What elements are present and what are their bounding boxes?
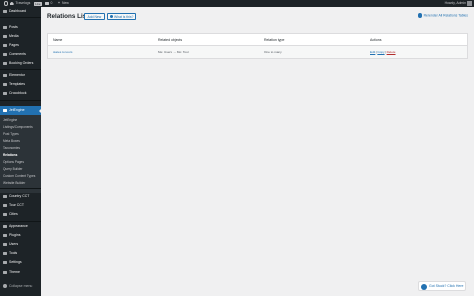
add-new-button[interactable]: Add New [84, 13, 105, 20]
column-header-relation-type: Relation type [264, 38, 285, 42]
info-icon [110, 15, 113, 19]
menu-item-settings[interactable]: Settings [0, 260, 41, 265]
help-button[interactable]: Got Stuck? Click Here [418, 281, 466, 291]
menu-item-booking-orders[interactable]: Booking Orders [0, 61, 41, 66]
wordpress-logo-icon[interactable] [4, 1, 9, 6]
submenu-item-meta-boxes[interactable]: Meta Boxes [3, 139, 20, 143]
user-icon [3, 242, 7, 247]
submenu-item-listings[interactable]: Listings/Components [3, 125, 33, 129]
folder-icon [3, 82, 7, 87]
help-label: Got Stuck? Click Here [429, 284, 464, 288]
menu-item-country-cct[interactable]: Country CCT [0, 194, 41, 199]
collapse-menu-button[interactable]: Collapse menu [9, 284, 32, 288]
what-is-this-label: What is this? [114, 15, 134, 19]
submenu-item-jetengine[interactable]: JetEngine [3, 118, 17, 122]
submenu-item-post-types[interactable]: Post Types [3, 132, 19, 136]
menu-separator [0, 188, 41, 189]
jetengine-submenu: JetEngine Listings/Components Post Types… [0, 115, 41, 193]
menu-separator [0, 100, 41, 101]
page-icon [3, 43, 7, 48]
menu-separator [0, 69, 41, 70]
menu-separator [0, 17, 41, 18]
site-status-badge: Live [33, 1, 43, 6]
database-icon [3, 203, 7, 208]
submenu-item-taxonomies[interactable]: Taxonomies [3, 146, 20, 150]
submenu-item-relations[interactable]: Relations [3, 153, 17, 157]
plus-icon[interactable]: + [58, 0, 60, 7]
submenu-item-query-builder[interactable]: Query Builder [3, 167, 23, 171]
wrench-icon [3, 251, 7, 256]
menu-item-comments[interactable]: Comments [0, 52, 41, 57]
help-icon [421, 284, 427, 290]
relation-name-link[interactable]: states to tours [53, 50, 72, 54]
theme-icon [3, 270, 7, 275]
submenu-item-website-builder[interactable]: Website Builder [3, 181, 25, 185]
comment-count[interactable]: 0 [51, 0, 53, 7]
menu-item-plugins[interactable]: Plugins [0, 233, 41, 238]
menu-separator [0, 221, 41, 222]
jetengine-icon [3, 108, 7, 113]
admin-sidebar: Dashboard Posts Media Pages Comments Boo… [0, 7, 41, 296]
menu-item-media[interactable]: Media [0, 34, 41, 39]
collapse-menu-icon[interactable] [3, 284, 7, 288]
rerender-label: Rerender All Relations Tables [423, 13, 468, 18]
table-row: states to tours Me: Users → Mo: Tour One… [48, 46, 467, 58]
plugin-icon [3, 233, 7, 238]
relation-type: One to many [264, 50, 282, 55]
brush-icon [3, 224, 7, 229]
pin-icon [3, 212, 7, 217]
menu-item-appearance[interactable]: Appearance [0, 224, 41, 229]
calendar-icon [3, 61, 7, 66]
admin-bar: Travelogs Live 0 + New Howdy, Admin [0, 0, 474, 7]
edit-link[interactable]: Edit [370, 50, 375, 54]
menu-item-theme[interactable]: Theme [0, 270, 41, 275]
menu-item-users[interactable]: Users [0, 242, 41, 247]
menu-item-jetengine[interactable]: JetEngine [0, 106, 41, 115]
elementor-icon [3, 73, 7, 78]
copy-link[interactable]: Copy [377, 50, 384, 54]
settings-icon [3, 260, 7, 265]
site-name-link[interactable]: Travelogs [16, 0, 31, 7]
page-title: Relations List [47, 13, 89, 20]
avatar[interactable] [467, 1, 472, 6]
comment-icon[interactable] [45, 1, 49, 5]
menu-item-pages[interactable]: Pages [0, 43, 41, 48]
menu-item-dashboard[interactable]: Dashboard [0, 9, 41, 14]
pin-icon [3, 25, 7, 30]
column-header-name: Name [53, 38, 63, 42]
table-header: Name Related objects Relation type Actio… [48, 34, 467, 46]
submenu-item-options-pages[interactable]: Options Pages [3, 160, 24, 164]
database-icon [3, 194, 7, 199]
delete-link[interactable]: Delete [387, 50, 396, 54]
refresh-icon [417, 13, 423, 18]
rerender-relations-link[interactable]: Rerender All Relations Tables [417, 13, 468, 18]
menu-item-posts[interactable]: Posts [0, 25, 41, 30]
column-header-actions: Actions [370, 38, 382, 42]
relation-actions: Edit|Copy|Delete [370, 50, 396, 54]
crocoblock-icon [3, 91, 7, 96]
menu-item-tour-cct[interactable]: Tour CCT [0, 203, 41, 208]
menu-item-elementor[interactable]: Elementor [0, 73, 41, 78]
comment-icon [3, 52, 7, 57]
menu-item-cities[interactable]: Cities [0, 212, 41, 217]
new-content-link[interactable]: New [62, 0, 69, 7]
menu-item-crocoblock[interactable]: Crocoblock [0, 91, 41, 96]
howdy-user[interactable]: Howdy, Admin [445, 0, 466, 7]
submenu-item-custom-content-types[interactable]: Custom Content Types [3, 174, 35, 178]
relations-table: Name Related objects Relation type Actio… [47, 33, 468, 59]
main-content: Relations List Add New What is this? Rer… [41, 7, 474, 296]
media-icon [3, 34, 7, 39]
home-icon[interactable] [10, 1, 14, 6]
column-header-related-objects: Related objects [158, 38, 183, 42]
what-is-this-button[interactable]: What is this? [107, 13, 137, 20]
relation-objects: Me: Users → Mo: Tour [158, 50, 189, 55]
menu-item-templates[interactable]: Templates [0, 82, 41, 87]
dashboard-icon [3, 9, 7, 14]
menu-item-tools[interactable]: Tools [0, 251, 41, 256]
